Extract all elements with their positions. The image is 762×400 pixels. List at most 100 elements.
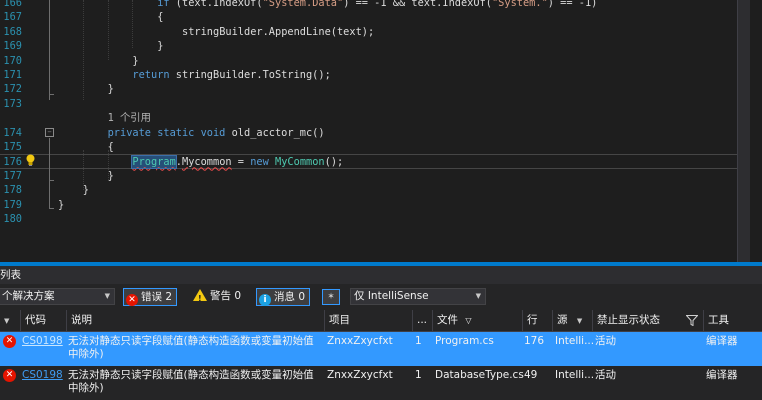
line-number: 174 bbox=[3, 126, 22, 139]
code-line[interactable]: 172} bbox=[0, 82, 750, 96]
line-number: 175 bbox=[3, 141, 22, 153]
code-text: Program.Mycommon = new MyCommon(); bbox=[131, 155, 343, 170]
code-token: } bbox=[107, 83, 114, 96]
code-text: if (text.IndexOf("System.Data") == -1 &&… bbox=[157, 0, 597, 10]
scope-combo-value: 个解决方案 bbox=[2, 290, 55, 302]
code-line[interactable]: 173 bbox=[0, 97, 750, 111]
code-token: = bbox=[231, 156, 251, 169]
error-code-link[interactable]: CS0198 bbox=[22, 369, 63, 382]
code-line[interactable]: 176 Program.Mycommon = new MyCommon(); bbox=[0, 154, 750, 170]
code-line[interactable]: 170} bbox=[0, 54, 750, 68]
line-number: 171 bbox=[3, 69, 22, 81]
file-column-header[interactable]: 文件 ▽ bbox=[432, 310, 522, 331]
error-suppression: 活动 bbox=[595, 369, 616, 381]
collapse-toggle-method[interactable]: − bbox=[45, 128, 54, 137]
error-source: Intelli... bbox=[555, 335, 595, 347]
suppression-column-header[interactable]: 禁止显示状态 bbox=[592, 310, 703, 331]
filter-dropdown-icon[interactable]: ▽ bbox=[465, 316, 471, 325]
code-line[interactable]: 179} bbox=[0, 198, 750, 212]
code-line[interactable]: 166 if (text.IndexOf("System.Data") == -1… bbox=[0, 0, 750, 10]
code-token: stringBuilder.ToString(); bbox=[169, 69, 331, 81]
outline-guide bbox=[49, 194, 50, 208]
suppression-column-label: 禁止显示状态 bbox=[597, 314, 660, 326]
info-icon: i bbox=[259, 294, 271, 306]
code-line[interactable]: 180 bbox=[0, 212, 750, 226]
error-line: 49 bbox=[524, 369, 538, 381]
filter-icon[interactable]: ✶ bbox=[322, 289, 340, 305]
error-project: ZnxxZxycfxt bbox=[327, 369, 393, 381]
line-column-header[interactable]: 行 bbox=[522, 310, 552, 331]
line-number: 172 bbox=[3, 83, 22, 96]
code-line[interactable]: 175{ bbox=[0, 140, 750, 154]
chevron-down-icon: ▼ bbox=[104, 292, 110, 300]
line-number: 179 bbox=[3, 198, 22, 211]
indent-guide bbox=[107, 0, 109, 60]
code-line[interactable]: 178} bbox=[0, 183, 750, 197]
panel-title: 列表 bbox=[0, 266, 762, 284]
code-line[interactable]: 171 return stringBuilder.ToString(); bbox=[0, 68, 750, 82]
code-text: } bbox=[58, 198, 64, 212]
messages-filter-button[interactable]: i 消息 0 bbox=[256, 288, 311, 306]
line-number: 180 bbox=[3, 213, 22, 225]
ellipsis-column-header[interactable]: ... bbox=[412, 310, 432, 331]
code-line[interactable]: 177} bbox=[0, 169, 750, 183]
code-token: Program bbox=[131, 155, 177, 170]
error-line: 176 bbox=[524, 335, 545, 347]
warnings-filter-button[interactable]: ! 警告 0 bbox=[191, 288, 245, 306]
codelens-line[interactable]: 1 个引用 bbox=[0, 111, 750, 125]
error-icon: ✕ bbox=[126, 294, 138, 306]
line-number: 173 bbox=[3, 97, 22, 110]
error-description: 无法对静态只读字段赋值(静态构造函数或变量初始值中除外) bbox=[68, 369, 314, 394]
error-code-link[interactable]: CS0198 bbox=[22, 335, 63, 348]
code-text: private static void old_acctor_mc() bbox=[108, 126, 325, 140]
error-extra: 1 bbox=[415, 369, 422, 381]
error-tool: 编译器 bbox=[706, 335, 738, 347]
error-file: DatabaseType.cs bbox=[435, 369, 524, 381]
code-line[interactable]: 169} bbox=[0, 39, 750, 53]
code-text: } bbox=[132, 54, 138, 68]
scope-combo[interactable]: 个解决方案 ▼ bbox=[0, 288, 115, 305]
code-token: old_acctor_mc() bbox=[225, 126, 325, 139]
tool-column-header[interactable]: 工具 bbox=[703, 310, 762, 331]
line-number: 169 bbox=[3, 40, 22, 53]
code-line[interactable]: 174 private static void old_acctor_mc() bbox=[0, 126, 750, 140]
code-token: 1 个引用 bbox=[107, 112, 151, 125]
error-source: Intelli... bbox=[555, 369, 595, 381]
error-suppression: 活动 bbox=[595, 335, 616, 347]
table-row[interactable]: ✕ CS0198 无法对静态只读字段赋值(静态构造函数或变量初始值中除外) ZnxxZ… bbox=[0, 332, 762, 366]
warning-icon: ! bbox=[193, 289, 207, 303]
description-column-header[interactable]: 说明 bbox=[66, 310, 324, 331]
editor-vertical-scrollbar[interactable] bbox=[737, 0, 750, 262]
code-editor[interactable]: 166 if (text.IndexOf("System.Data") == -1… bbox=[0, 0, 750, 262]
line-number: 170 bbox=[3, 54, 22, 67]
code-line[interactable]: 167 { bbox=[0, 10, 750, 24]
error-icon: ✕ bbox=[3, 335, 16, 348]
code-token: } bbox=[157, 40, 164, 53]
error-list-toolbar: 个解决方案 ▼ ✕ 错误 2 ! 警告 0 i 消息 0 ✶ 仅 IntelliSen… bbox=[0, 286, 762, 308]
lightbulb-icon[interactable] bbox=[25, 154, 36, 166]
line-number: 167 bbox=[3, 11, 22, 24]
errors-filter-button[interactable]: ✕ 错误 2 bbox=[123, 288, 178, 306]
code-token: (text.IndexOf( bbox=[169, 0, 263, 9]
code-line[interactable]: 168 stringBuilder.AppendLine(text); bbox=[0, 25, 750, 39]
severity-column-header[interactable]: ▼ bbox=[0, 310, 20, 331]
code-token: ) == -1 && text.IndexOf( bbox=[343, 0, 492, 9]
project-column-header[interactable]: 项目 bbox=[324, 310, 412, 331]
codelens-reference[interactable]: 1 个引用 bbox=[108, 111, 151, 125]
build-filter-combo[interactable]: 仅 IntelliSense ▼ bbox=[350, 288, 486, 305]
chevron-down-icon: ▼ bbox=[475, 292, 481, 300]
code-token: MyCommon bbox=[275, 156, 325, 169]
error-list-panel: 列表 个解决方案 ▼ ✕ 错误 2 ! 警告 0 i 消息 0 ✶ 仅 Intelli… bbox=[0, 266, 762, 400]
error-description: 无法对静态只读字段赋值(静态构造函数或变量初始值中除外) bbox=[68, 335, 314, 360]
code-text: { bbox=[157, 10, 163, 24]
filter-dropdown-icon[interactable]: ▼ bbox=[577, 317, 582, 325]
funnel-icon[interactable] bbox=[686, 315, 698, 326]
code-token: } bbox=[58, 198, 65, 211]
messages-filter-label: 消息 0 bbox=[274, 291, 306, 303]
line-number: 176 bbox=[3, 156, 22, 169]
code-column-header[interactable]: 代码 bbox=[20, 310, 66, 331]
table-row[interactable]: ✕ CS0198 无法对静态只读字段赋值(静态构造函数或变量初始值中除外) ZnxxZ… bbox=[0, 366, 762, 400]
code-token: stringBuilder.AppendLine(text); bbox=[182, 25, 375, 38]
indent-guide bbox=[132, 0, 134, 48]
source-column-header[interactable]: 源 ▼ bbox=[552, 310, 592, 331]
